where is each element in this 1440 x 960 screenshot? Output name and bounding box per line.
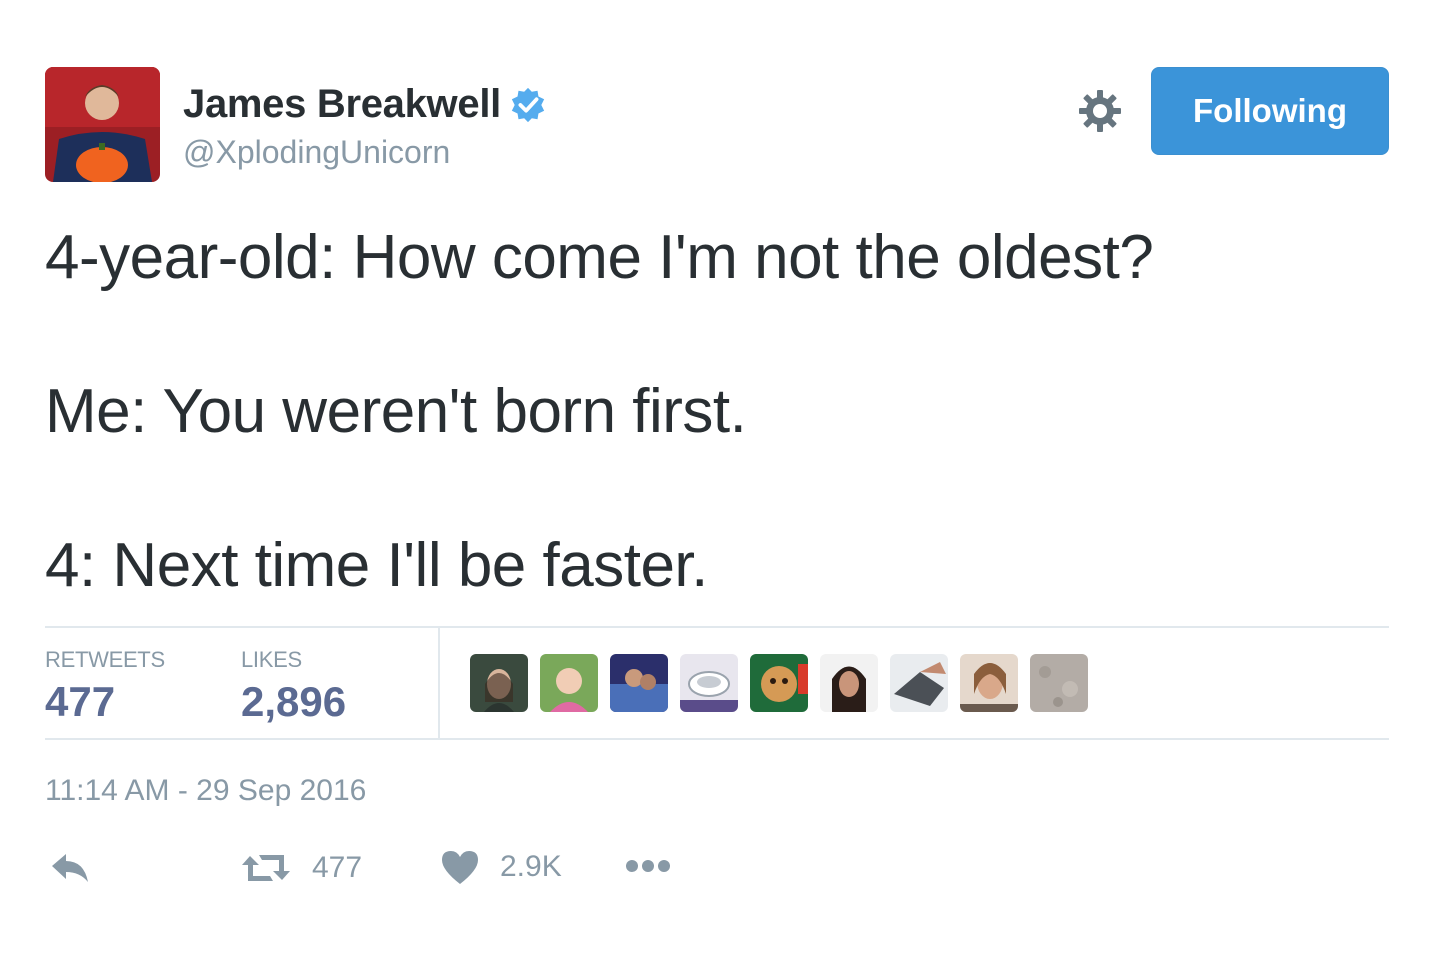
- tweet-text-line: 4-year-old: How come I'm not the oldest?: [45, 223, 1154, 292]
- author-name-row: James Breakwell: [183, 82, 547, 127]
- tweet-timestamp[interactable]: 11:14 AM - 29 Sep 2016: [45, 774, 366, 808]
- more-options-button[interactable]: [625, 858, 671, 874]
- retweets-count[interactable]: 477: [45, 678, 115, 726]
- retweet-icon: [242, 855, 290, 881]
- liker-avatar[interactable]: [540, 654, 598, 712]
- like-button[interactable]: 2.9K: [440, 848, 562, 886]
- author-avatar[interactable]: [45, 67, 160, 182]
- avatar-image: [45, 67, 160, 182]
- verified-badge-icon: [511, 87, 545, 122]
- divider: [45, 626, 1389, 628]
- liker-avatar[interactable]: [1030, 654, 1088, 712]
- retweet-button[interactable]: 477: [240, 848, 362, 888]
- following-button[interactable]: Following: [1151, 67, 1389, 155]
- author-name[interactable]: James Breakwell: [183, 82, 501, 127]
- liker-avatar[interactable]: [960, 654, 1018, 712]
- heart-icon: [442, 851, 478, 884]
- tweet-text-line: Me: You weren't born first.: [45, 377, 747, 446]
- liker-avatar[interactable]: [470, 654, 528, 712]
- retweet-count: 477: [312, 851, 363, 884]
- retweets-label: RETWEETS: [45, 647, 165, 672]
- liker-avatars: [470, 654, 1088, 712]
- liker-avatar[interactable]: [890, 654, 948, 712]
- divider: [438, 626, 440, 740]
- tweet-text-line: 4: Next time I'll be faster.: [45, 531, 708, 600]
- liker-avatar[interactable]: [610, 654, 668, 712]
- gear-icon[interactable]: [1076, 87, 1124, 135]
- reply-icon: [52, 854, 88, 882]
- more-dots-icon: [626, 860, 670, 872]
- liker-avatar[interactable]: [750, 654, 808, 712]
- likes-count[interactable]: 2,896: [241, 678, 346, 726]
- reply-button[interactable]: [48, 848, 92, 888]
- like-count: 2.9K: [500, 850, 562, 883]
- liker-avatar[interactable]: [680, 654, 738, 712]
- liker-avatar[interactable]: [820, 654, 878, 712]
- divider: [45, 738, 1389, 740]
- likes-label: LIKES: [241, 647, 302, 672]
- author-handle[interactable]: @XplodingUnicorn: [183, 134, 450, 171]
